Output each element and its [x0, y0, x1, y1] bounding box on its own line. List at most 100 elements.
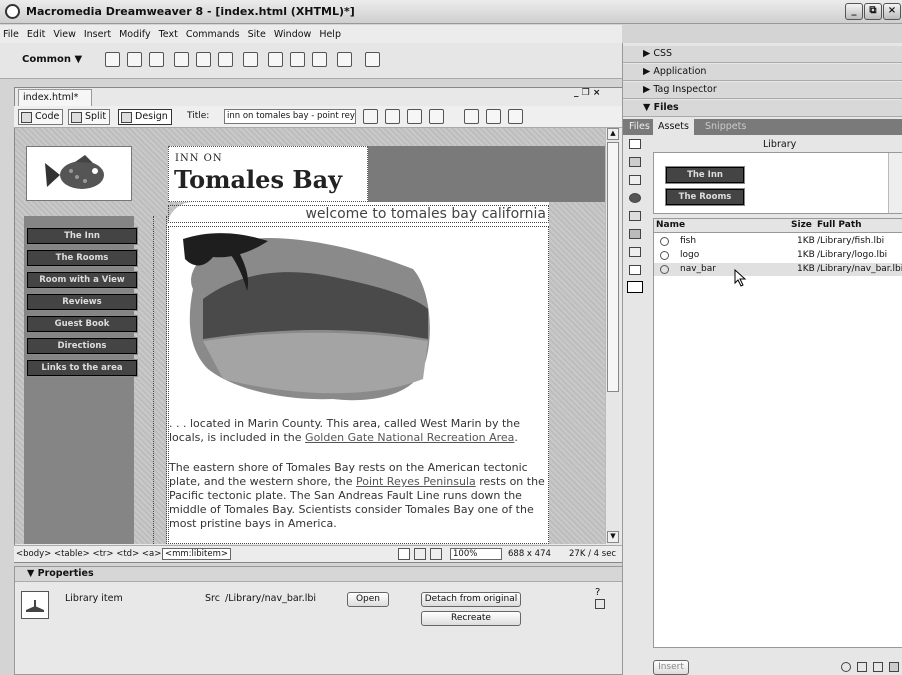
fish-logo-icon [45, 155, 104, 189]
menu-help[interactable]: Help [319, 29, 341, 40]
scroll-thumb[interactable] [607, 142, 619, 392]
libitem-tag[interactable]: <mm:libitem> [162, 548, 231, 560]
window-size-dropdown[interactable]: 688 x 474 [508, 549, 551, 559]
nav-reviews[interactable]: Reviews [27, 294, 137, 310]
hyperlink-icon[interactable] [105, 52, 120, 67]
detach-from-original-button[interactable]: Detach from original [421, 592, 521, 607]
document-tab[interactable]: index.html* [18, 89, 92, 106]
golden-gate-link[interactable]: Golden Gate National Recreation Area [305, 431, 514, 444]
help-icon[interactable]: ? [595, 587, 600, 598]
select-tool-icon[interactable] [398, 548, 410, 560]
menu-view[interactable]: View [53, 29, 76, 40]
canvas-vertical-scrollbar[interactable]: ▲ ▼ [605, 128, 619, 544]
menu-file[interactable]: File [3, 29, 19, 40]
file-path: /Library/fish.lbi [817, 236, 885, 246]
server-side-include-icon[interactable] [290, 52, 305, 67]
table-icon[interactable] [174, 52, 189, 67]
design-canvas[interactable]: INN ON Tomales Bay welcome to tomales ba… [15, 128, 605, 544]
tab-files[interactable]: Files [629, 121, 650, 132]
split-view-button[interactable]: Split [68, 109, 111, 125]
date-icon[interactable] [268, 52, 283, 67]
page-title-input[interactable]: inn on tomales bay - point reye [224, 109, 356, 124]
menu-modify[interactable]: Modify [119, 29, 150, 40]
view-options-icon[interactable] [486, 109, 501, 124]
code-view-button[interactable]: Code [18, 109, 64, 125]
named-anchor-icon[interactable] [149, 52, 164, 67]
library-icon[interactable] [627, 281, 643, 293]
layer-icon[interactable] [196, 52, 211, 67]
comment-icon[interactable] [312, 52, 327, 67]
scroll-down-icon[interactable]: ▼ [607, 531, 619, 543]
files-panel-header[interactable]: ▼ Files [623, 100, 902, 117]
new-library-item-icon[interactable] [857, 662, 867, 672]
column-size[interactable]: Size [791, 220, 812, 230]
validate-markup-icon[interactable] [385, 109, 400, 124]
images-icon[interactable] [629, 139, 641, 149]
tab-assets[interactable]: Assets [653, 119, 694, 135]
application-panel-header[interactable]: ▶ Application [623, 64, 902, 81]
email-link-icon[interactable] [127, 52, 142, 67]
shockwave-icon[interactable] [629, 211, 641, 221]
flash-icon[interactable] [629, 193, 641, 203]
file-management-icon[interactable] [407, 109, 422, 124]
media-icon[interactable] [243, 52, 258, 67]
document-window-controls[interactable]: _ ❒ × [574, 88, 600, 98]
tab-snippets[interactable]: Snippets [705, 121, 746, 132]
insert-category-dropdown[interactable]: Common ▼ [22, 54, 82, 65]
recreate-button[interactable]: Recreate [421, 611, 521, 626]
design-view-button[interactable]: Design [118, 109, 172, 125]
logo-library-item[interactable]: INN ON Tomales Bay [168, 146, 368, 202]
open-button[interactable]: Open [347, 592, 389, 607]
properties-header[interactable]: ▼ Properties [15, 567, 623, 582]
nav-guest-book[interactable]: Guest Book [27, 316, 137, 332]
delete-icon[interactable] [889, 662, 899, 672]
list-item-selected[interactable]: nav_bar 1KB /Library/nav_bar.lbi [654, 263, 902, 276]
nav-the-inn[interactable]: The Inn [27, 228, 137, 244]
menu-text[interactable]: Text [159, 29, 178, 40]
visual-aids-icon[interactable] [508, 109, 523, 124]
nav-directions[interactable]: Directions [27, 338, 137, 354]
column-full-path[interactable]: Full Path [817, 220, 862, 230]
css-panel-header[interactable]: ▶ CSS [623, 46, 902, 63]
hand-tool-icon[interactable] [414, 548, 426, 560]
colors-icon[interactable] [629, 157, 641, 167]
refresh-design-view-icon[interactable] [464, 109, 479, 124]
menu-edit[interactable]: Edit [27, 29, 45, 40]
scroll-up-icon[interactable]: ▲ [607, 128, 619, 140]
image-icon[interactable] [218, 52, 233, 67]
library-label: Library [763, 139, 797, 150]
close-button[interactable]: × [883, 3, 901, 20]
zoom-tool-icon[interactable] [430, 548, 442, 560]
menu-commands[interactable]: Commands [186, 29, 240, 40]
scripts-icon[interactable] [629, 247, 641, 257]
templates-asset-icon[interactable] [629, 265, 641, 275]
urls-icon[interactable] [629, 175, 641, 185]
restore-button[interactable]: ⧉ [864, 3, 882, 20]
preview-scrollbar[interactable] [888, 153, 902, 213]
menu-insert[interactable]: Insert [84, 29, 111, 40]
templates-icon[interactable] [337, 52, 352, 67]
fish-library-item[interactable] [26, 146, 132, 201]
list-item[interactable]: logo 1KB /Library/logo.lbi [654, 249, 902, 262]
preview-in-browser-icon[interactable] [429, 109, 444, 124]
tag-inspector-panel-header[interactable]: ▶ Tag Inspector [623, 82, 902, 99]
edit-icon[interactable] [873, 662, 883, 672]
menu-site[interactable]: Site [248, 29, 266, 40]
no-browser-check-errors-icon[interactable] [363, 109, 378, 124]
insert-button[interactable]: Insert [653, 660, 689, 675]
movies-icon[interactable] [629, 229, 641, 239]
minimize-button[interactable]: _ [845, 3, 863, 20]
menu-window[interactable]: Window [274, 29, 311, 40]
tag-chooser-icon[interactable] [365, 52, 380, 67]
nav-links-to-the-area[interactable]: Links to the area [27, 360, 137, 376]
nav-room-with-a-view[interactable]: Room with a View [27, 272, 137, 288]
column-name[interactable]: Name [656, 220, 685, 230]
zoom-select[interactable]: 100% [450, 548, 502, 560]
point-reyes-link[interactable]: Point Reyes Peninsula [356, 475, 476, 488]
list-item[interactable]: fish 1KB /Library/fish.lbi [654, 235, 902, 248]
tag-selector[interactable]: <body> <table> <tr> <td> <a> [16, 549, 161, 559]
nav-bar-library-item[interactable]: The Inn The Rooms Room with a View Revie… [27, 228, 137, 378]
nav-the-rooms[interactable]: The Rooms [27, 250, 137, 266]
refresh-site-list-icon[interactable] [841, 662, 851, 672]
quick-tag-editor-icon[interactable] [595, 599, 605, 609]
